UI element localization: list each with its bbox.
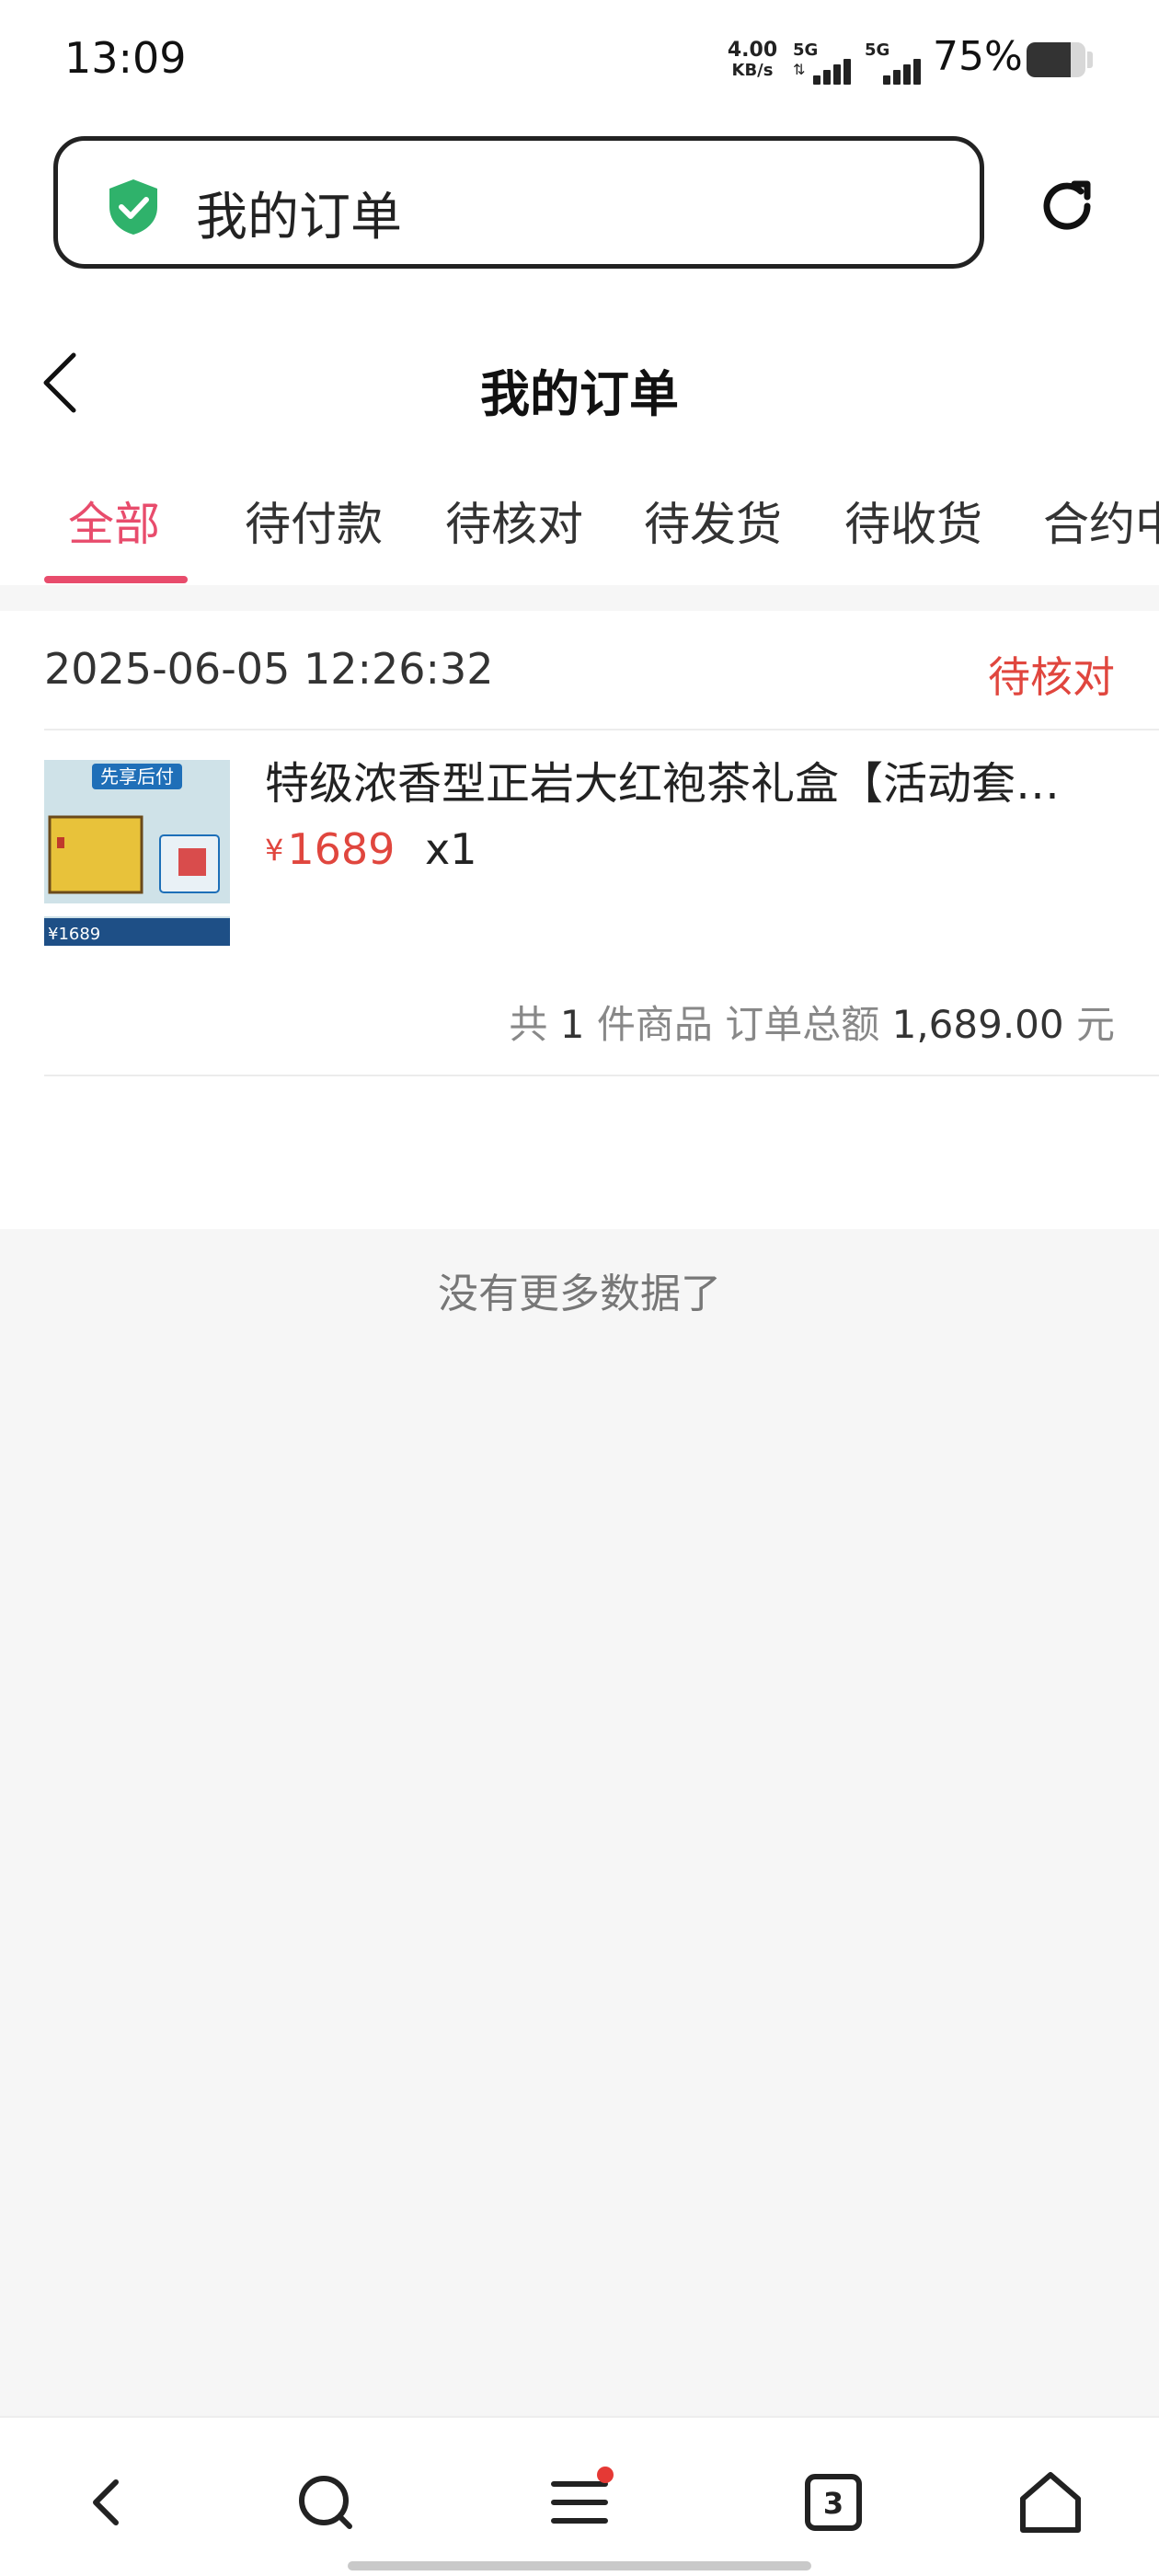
address-bar[interactable]: 我的订单 [53,136,984,269]
tab-pending-receipt[interactable]: 待收货 [844,488,982,554]
summary-currency: 元 [1075,1002,1115,1047]
order-status: 待核对 [988,652,1115,702]
tab-pending-payment[interactable]: 待付款 [245,488,383,554]
signal-sim2-icon: 5G [865,40,929,85]
summary-items-label: 件商品 [596,1002,713,1047]
order-tabs: 全部 待付款 待核对 待发货 待收货 合约中 [0,488,1159,580]
status-time: 13:09 [64,33,187,83]
order-summary: 共 1 件商品 订单总额 1,689.00 元 [509,994,1115,1050]
tab-pending-verify[interactable]: 待核对 [445,488,583,554]
price-value: 1689 [287,824,396,874]
refresh-icon[interactable] [1036,175,1098,237]
summary-item-count: 1 [559,1002,585,1047]
order-datetime: 2025-06-05 12:26:32 [44,644,494,694]
shield-check-icon [109,179,157,235]
search-icon[interactable] [289,2466,362,2539]
tab-pending-shipment[interactable]: 待发货 [644,488,782,554]
signal-sim1-icon: 5G ⇅ [793,40,857,85]
browser-bottom-nav: 3 [0,2416,1159,2576]
thumb-price-text: ¥1689 [48,925,100,944]
product-price: ¥1689 [265,824,395,874]
tab-contract[interactable]: 合约中 [1043,488,1159,554]
thumb-badge-text: 先享后付 [100,765,174,788]
back-arrow-icon[interactable] [72,2466,145,2539]
gesture-home-indicator [348,2561,811,2570]
tab-all[interactable]: 全部 [68,488,160,554]
tabs-count-button[interactable]: 3 [797,2466,870,2539]
address-text: 我的订单 [196,188,402,247]
product-title[interactable]: 特级浓香型正岩大红袍茶礼盒【活动套… [265,747,1093,811]
order-divider-top [44,729,1159,730]
order-card[interactable]: 2025-06-05 12:26:32 待核对 先享后付 ¥1689 特级浓香型… [0,611,1159,1229]
tabs-icon: 3 [805,2474,862,2531]
summary-total-label: 订单总额 [725,1002,880,1047]
battery-percent: 75% [933,33,1023,80]
battery-tip [1087,52,1093,68]
menu-icon[interactable] [543,2466,616,2539]
list-end-text: 没有更多数据了 [438,1271,721,1317]
summary-total-amount: 1,689.00 [891,1002,1064,1047]
sim1-label: 5G [793,40,819,60]
menu-notification-dot [597,2467,614,2483]
sim2-label: 5G [865,40,890,60]
network-speed-value: 4.00 [727,39,778,62]
home-icon[interactable] [1014,2466,1087,2539]
data-arrows-icon: ⇅ [793,61,806,78]
order-divider-bottom [44,1075,1159,1076]
network-speed-unit: KB/s [731,61,774,80]
product-quantity: x1 [425,824,477,874]
active-tab-indicator [44,576,188,583]
page-title: 我的订单 [480,365,679,423]
network-speed: 4.00 KB/s [727,40,778,81]
summary-prefix: 共 [509,1002,548,1047]
battery-icon [1027,42,1085,77]
tabs-count: 3 [823,2486,843,2521]
price-currency-symbol: ¥ [265,833,284,868]
battery-level-fill [1027,42,1071,77]
product-thumbnail[interactable]: 先享后付 ¥1689 [44,760,230,946]
